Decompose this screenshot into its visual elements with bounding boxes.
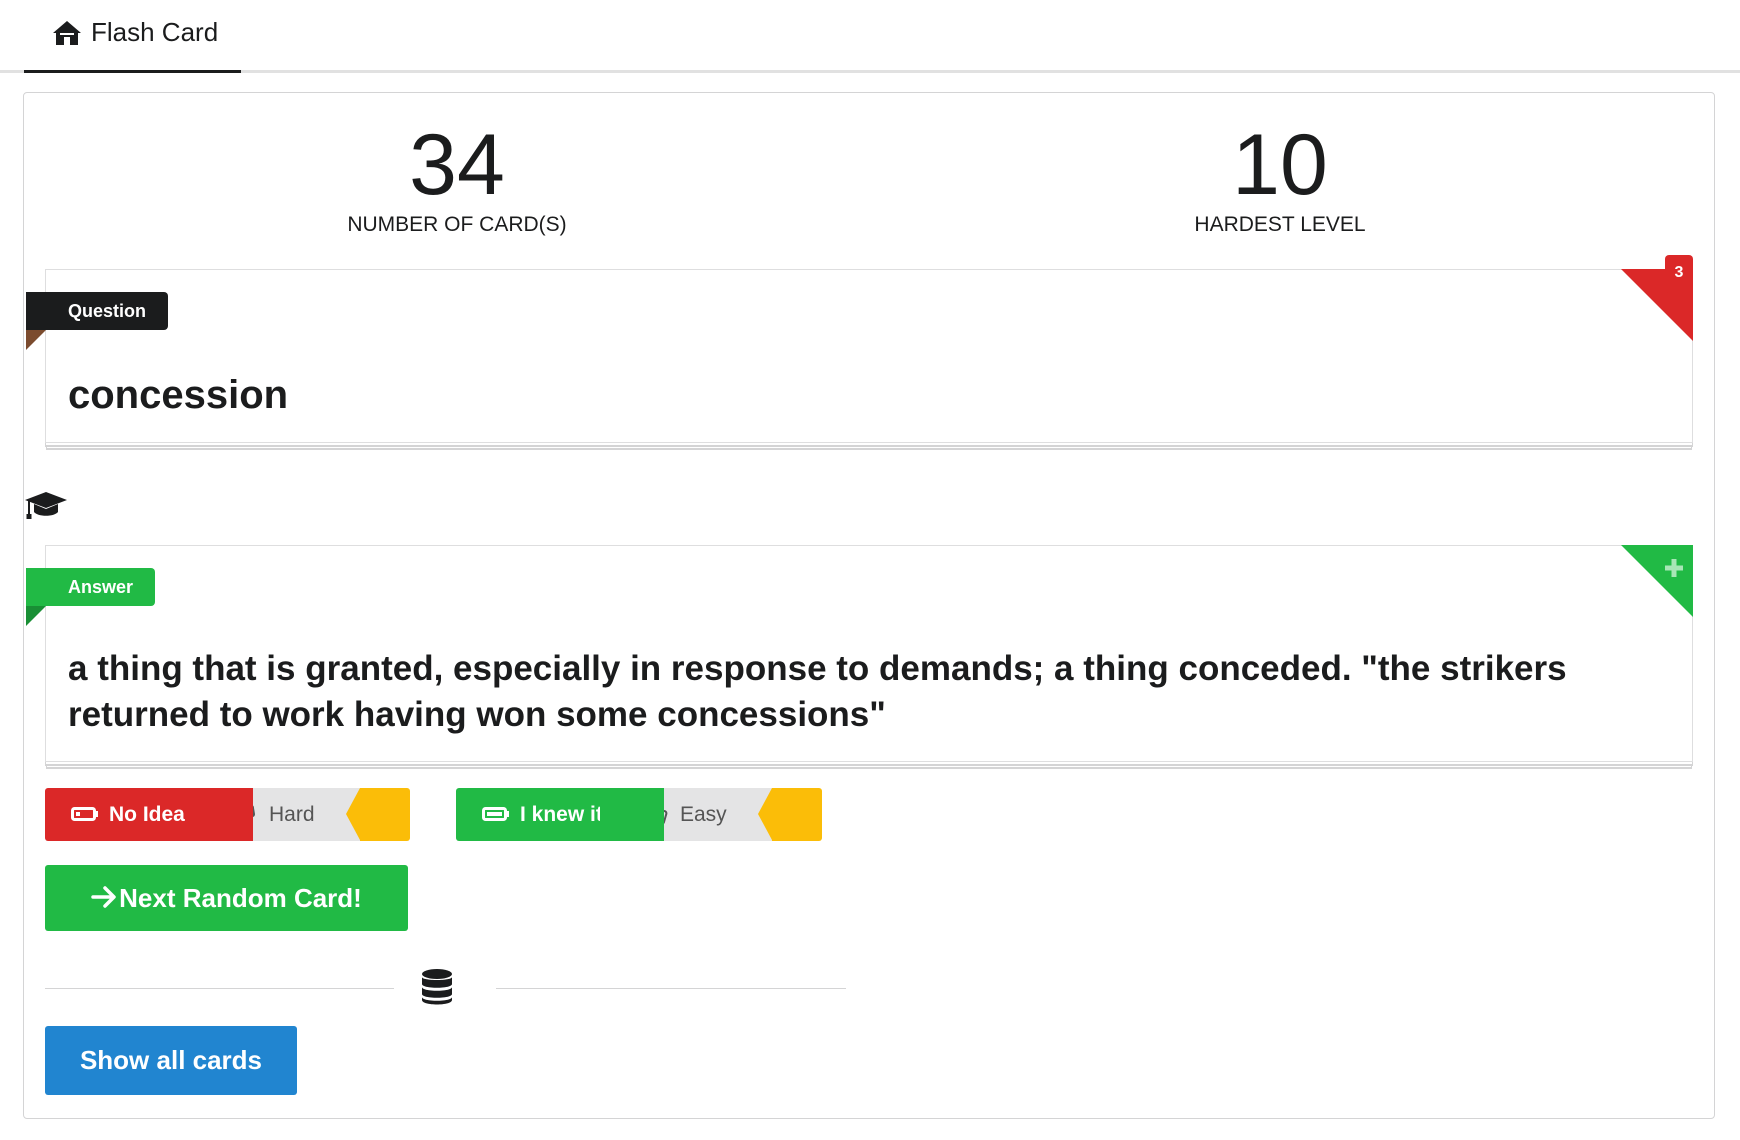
hard-level-marker[interactable] bbox=[360, 788, 410, 841]
arrow-right-icon bbox=[91, 886, 116, 908]
stat-label: HARDEST LEVEL bbox=[1194, 213, 1366, 236]
tab-bar: Flash Card bbox=[0, 0, 1740, 73]
stat-value: 34 bbox=[409, 117, 505, 213]
tab-flash-card-label: Flash Card bbox=[91, 17, 219, 47]
easy-level-marker[interactable] bbox=[772, 788, 822, 841]
no-idea-button[interactable]: No Idea bbox=[45, 788, 253, 841]
next-random-card-label: Next Random Card! bbox=[119, 883, 362, 913]
question-text: concession bbox=[68, 373, 289, 417]
plus-icon[interactable] bbox=[1664, 558, 1684, 578]
divider-right bbox=[496, 988, 846, 989]
answer-text: a thing that is granted, especially in r… bbox=[68, 649, 1567, 734]
knew-it-arrow bbox=[600, 788, 620, 840]
battery-full-icon bbox=[482, 807, 509, 821]
stat-number-of-cards: 34 NUMBER OF CARD(S) bbox=[157, 122, 757, 237]
no-idea-arrow bbox=[189, 788, 209, 840]
question-card: Question 3 concession bbox=[26, 255, 1693, 443]
database-icon bbox=[422, 969, 452, 1005]
knew-it-label: I knew it bbox=[520, 803, 603, 826]
no-idea-label: No Idea bbox=[109, 803, 185, 826]
tab-flash-card[interactable]: Flash Card bbox=[24, 0, 241, 73]
home-icon bbox=[53, 21, 81, 45]
hard-arrow bbox=[346, 788, 360, 840]
easy-arrow bbox=[758, 788, 772, 840]
show-all-cards-button[interactable]: Show all cards bbox=[45, 1026, 297, 1095]
knew-it-button[interactable]: I knew it bbox=[456, 788, 664, 841]
stat-value: 10 bbox=[1232, 117, 1328, 213]
easy-label: Easy bbox=[680, 803, 727, 826]
next-random-card-button[interactable]: Next Random Card! bbox=[45, 865, 408, 931]
divider-left bbox=[45, 988, 394, 989]
card-level-badge: 3 bbox=[1665, 255, 1693, 293]
no-idea-rating-group: Hard No Idea bbox=[45, 788, 410, 841]
answer-corner-label[interactable] bbox=[1621, 545, 1693, 617]
stat-label: NUMBER OF CARD(S) bbox=[347, 213, 567, 236]
question-ribbon: Question bbox=[26, 292, 169, 350]
graduation-cap-icon bbox=[25, 492, 67, 519]
hard-label: Hard bbox=[269, 803, 315, 826]
answer-ribbon: Answer bbox=[26, 568, 156, 626]
answer-card: Answer a thing that is granted, especial… bbox=[26, 545, 1693, 762]
battery-empty-icon bbox=[71, 807, 98, 821]
stat-hardest-level: 10 HARDEST LEVEL bbox=[980, 122, 1580, 237]
knew-it-rating-group: Easy I knew it bbox=[456, 788, 822, 841]
